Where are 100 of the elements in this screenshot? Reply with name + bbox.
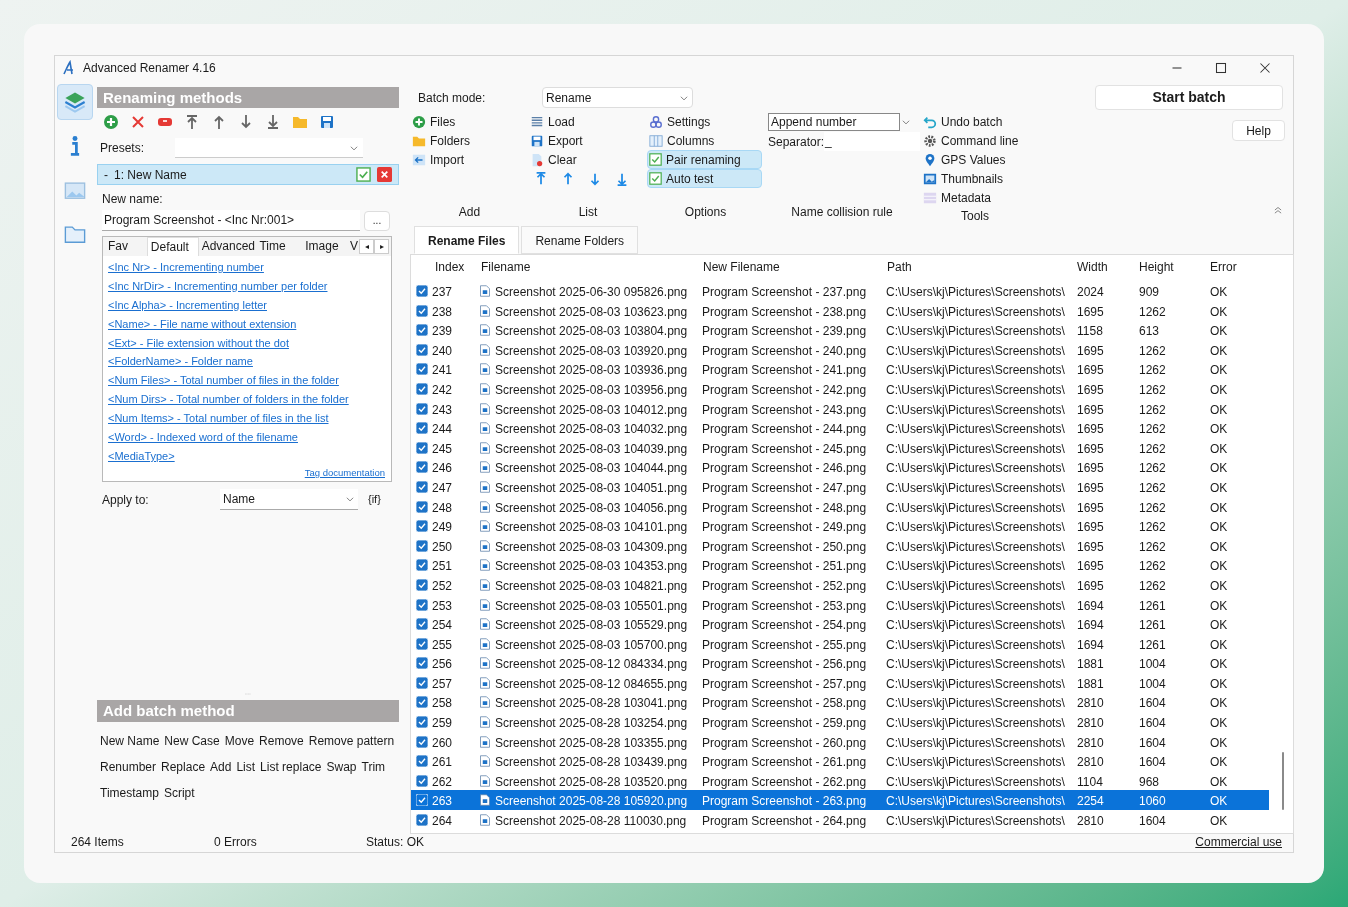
table-row[interactable]: 246 Screenshot 2025-08-03 104044.png Program Screenshot - 246.png C:\Users\kj\Pictures\Screenshots\ 1695 1262 OK xyxy=(411,457,1269,477)
table-row[interactable]: 238 Screenshot 2025-08-03 103623.png Program Screenshot - 238.png C:\Users\kj\Pictures\Screenshots\ 1695 1262 OK xyxy=(411,300,1269,321)
table-row[interactable]: 262 Screenshot 2025-08-28 103520.png Program Screenshot - 262.png C:\Users\kj\Pictures\Screenshots\ 1104 968 OK xyxy=(411,770,1269,791)
checkbox[interactable] xyxy=(416,480,428,493)
batch-method-button[interactable]: New Name xyxy=(100,728,160,754)
ribbon-button[interactable]: Import xyxy=(411,150,529,169)
browse-button[interactable]: ... xyxy=(364,210,390,231)
table-row[interactable]: 259 Screenshot 2025-08-28 103254.png Program Screenshot - 259.png C:\Users\kj\Pictures\Screenshots\ 2810 1604 OK xyxy=(411,712,1269,732)
start-batch-button[interactable]: Start batch xyxy=(1095,85,1283,110)
checkbox[interactable] xyxy=(416,637,428,650)
ribbon-button[interactable]: Export xyxy=(529,131,647,150)
collision-rule-dropdown[interactable]: Append number xyxy=(768,112,900,131)
tag-link[interactable]: <MediaType> xyxy=(108,446,391,466)
help-button[interactable]: Help xyxy=(1232,120,1285,141)
checkbox[interactable] xyxy=(416,696,428,709)
table-row[interactable]: 242 Screenshot 2025-08-03 103956.png Program Screenshot - 242.png C:\Users\kj\Pictures\Screenshots\ 1695 1262 OK xyxy=(411,378,1269,399)
table-row[interactable]: 237 Screenshot 2025-06-30 095826.png Program Screenshot - 237.png C:\Users\kj\Pictures\Screenshots\ 2024 909 OK xyxy=(411,281,1269,301)
move-down-icon[interactable] xyxy=(588,172,602,186)
batch-method-button[interactable]: Add xyxy=(210,754,232,780)
table-row[interactable]: 245 Screenshot 2025-08-03 104039.png Program Screenshot - 245.png C:\Users\kj\Pictures\Screenshots\ 1695 1262 OK xyxy=(411,437,1269,458)
tag-tab[interactable]: Image xyxy=(302,237,347,256)
tag-tab[interactable]: Default xyxy=(146,237,199,256)
ribbon-button[interactable]: Undo batch xyxy=(922,112,1030,131)
batch-method-button[interactable]: Renumber xyxy=(100,754,157,780)
tag-link[interactable]: <Inc Alpha> - Incrementing letter xyxy=(108,295,391,315)
ribbon-button[interactable]: Folders xyxy=(411,131,529,150)
checkbox[interactable] xyxy=(416,441,428,454)
table-row[interactable]: 250 Screenshot 2025-08-03 104309.png Program Screenshot - 250.png C:\Users\kj\Pictures\Screenshots\ 1695 1262 OK xyxy=(411,535,1269,556)
column-header[interactable]: Error xyxy=(1210,258,1237,276)
batch-mode-dropdown[interactable]: Rename xyxy=(542,87,693,108)
checkbox[interactable] xyxy=(416,500,428,513)
tag-link[interactable]: <Inc Nr> - Incrementing number xyxy=(108,258,391,277)
checkbox[interactable] xyxy=(416,578,428,591)
add-icon[interactable] xyxy=(103,114,119,130)
scrollbar-thumb[interactable] xyxy=(1282,752,1284,810)
ribbon-button[interactable]: GPS Values xyxy=(922,150,1030,169)
table-row[interactable]: 240 Screenshot 2025-08-03 103920.png Program Screenshot - 240.png C:\Users\kj\Pictures\Screenshots\ 1695 1262 OK xyxy=(411,339,1269,360)
tag-link[interactable]: <Num Files> - Total number of files in the folder xyxy=(108,371,391,391)
checkbox[interactable] xyxy=(416,618,428,631)
enabled-checkbox[interactable] xyxy=(356,167,371,182)
documentation-link[interactable]: Tag documentation xyxy=(304,465,385,481)
checkbox[interactable] xyxy=(416,755,428,768)
batch-method-button[interactable]: List replace xyxy=(260,754,322,780)
new-name-field[interactable]: Program Screenshot - <Inc Nr:001> xyxy=(102,210,360,231)
table-row[interactable]: 260 Screenshot 2025-08-28 103355.png Program Screenshot - 260.png C:\Users\kj\Pictures\Screenshots\ 2810 1604 OK xyxy=(411,731,1269,752)
table-row[interactable]: 251 Screenshot 2025-08-03 104353.png Program Screenshot - 251.png C:\Users\kj\Pictures\Screenshots\ 1695 1262 OK xyxy=(411,555,1269,575)
tag-link[interactable]: <Inc NrDir> - Incrementing number per folder xyxy=(108,276,391,296)
batch-method-button[interactable]: Replace xyxy=(161,754,206,780)
table-row[interactable]: 249 Screenshot 2025-08-03 104101.png Program Screenshot - 249.png C:\Users\kj\Pictures\Screenshots\ 1695 1262 OK xyxy=(411,516,1269,536)
column-header[interactable]: Height xyxy=(1139,258,1174,276)
tab[interactable]: Rename Files xyxy=(414,226,520,254)
ribbon-button[interactable]: Files xyxy=(411,112,529,131)
table-row[interactable]: 253 Screenshot 2025-08-03 105501.png Program Screenshot - 253.png C:\Users\kj\Pictures\Screenshots\ 1694 1261 OK xyxy=(411,594,1269,615)
move-up-icon[interactable] xyxy=(561,172,575,186)
checkbox[interactable] xyxy=(416,382,428,395)
move-bottom-icon[interactable] xyxy=(615,172,629,186)
sidebar-tab[interactable] xyxy=(57,84,93,120)
ribbon-button[interactable]: Metadata xyxy=(922,188,1030,207)
collapse-icon[interactable] xyxy=(1273,205,1283,215)
batch-method-button[interactable]: Timestamp xyxy=(100,780,159,806)
move-top-icon[interactable] xyxy=(184,114,200,130)
table-row[interactable]: 264 Screenshot 2025-08-28 110030.png Program Screenshot - 264.png C:\Users\kj\Pictures\Screenshots\ 2810 1604 OK xyxy=(411,810,1269,830)
checkbox[interactable] xyxy=(416,461,428,474)
ribbon-button[interactable]: Thumbnails xyxy=(922,169,1030,188)
tag-link[interactable]: <Word> - Indexed word of the filename xyxy=(108,428,391,447)
remove-icon[interactable] xyxy=(377,167,392,182)
ribbon-button[interactable]: Columns xyxy=(647,131,762,150)
ribbon-button[interactable]: Load xyxy=(529,112,647,131)
tag-tab[interactable]: Time xyxy=(256,237,303,256)
table-row[interactable]: 255 Screenshot 2025-08-03 105700.png Program Screenshot - 255.png C:\Users\kj\Pictures\Screenshots\ 1694 1261 OK xyxy=(411,633,1269,654)
table-row[interactable]: 239 Screenshot 2025-08-03 103804.png Program Screenshot - 239.png C:\Users\kj\Pictures\Screenshots\ 1158 613 OK xyxy=(411,320,1269,340)
tag-link[interactable]: <Name> - File name without extension xyxy=(108,314,391,334)
checkbox[interactable] xyxy=(416,794,428,807)
batch-method-button[interactable]: Remove pattern xyxy=(308,728,395,754)
column-header[interactable]: Width xyxy=(1077,258,1108,276)
batch-method-button[interactable]: Remove xyxy=(259,728,304,754)
tag-link[interactable]: <FolderName> - Folder name xyxy=(108,352,391,372)
table-row[interactable]: 243 Screenshot 2025-08-03 104012.png Program Screenshot - 243.png C:\Users\kj\Pictures\Screenshots\ 1695 1262 OK xyxy=(411,398,1269,419)
tag-tab[interactable]: Fav xyxy=(105,237,147,256)
table-row[interactable]: 248 Screenshot 2025-08-03 104056.png Program Screenshot - 248.png C:\Users\kj\Pictures\Screenshots\ 1695 1262 OK xyxy=(411,496,1269,517)
table-row[interactable]: 261 Screenshot 2025-08-28 103439.png Program Screenshot - 261.png C:\Users\kj\Pictures\Screenshots\ 2810 1604 OK xyxy=(411,751,1269,771)
tab-scroll-button[interactable]: ◂ xyxy=(359,239,374,254)
checkbox[interactable] xyxy=(416,520,428,533)
license-link[interactable]: Commercial use xyxy=(1195,833,1282,851)
batch-method-button[interactable]: List xyxy=(236,754,256,780)
move-down-icon[interactable] xyxy=(238,114,254,130)
table-row[interactable]: 247 Screenshot 2025-08-03 104051.png Program Screenshot - 247.png C:\Users\kj\Pictures\Screenshots\ 1695 1262 OK xyxy=(411,476,1269,497)
delete-icon[interactable] xyxy=(130,114,146,130)
move-top-icon[interactable] xyxy=(534,172,548,186)
batch-method-button[interactable]: New Case xyxy=(164,728,220,754)
ribbon-button[interactable]: Pair renaming xyxy=(647,150,762,169)
checkbox[interactable] xyxy=(416,304,428,317)
if-button[interactable]: {if} xyxy=(368,491,381,508)
table-row[interactable]: 257 Screenshot 2025-08-12 084655.png Program Screenshot - 257.png C:\Users\kj\Pictures\Screenshots\ 1881 1004 OK xyxy=(411,672,1269,693)
tab-scroll-button[interactable]: ▸ xyxy=(374,239,389,254)
method-item[interactable]: - 1: New Name xyxy=(97,164,399,185)
separator-field[interactable]: _ xyxy=(824,132,920,151)
table-row[interactable]: 254 Screenshot 2025-08-03 105529.png Program Screenshot - 254.png C:\Users\kj\Pictures\Screenshots\ 1694 1261 OK xyxy=(411,614,1269,634)
save-icon[interactable] xyxy=(319,114,335,130)
tag-link[interactable]: <Num Items> - Total number of files in the list xyxy=(108,409,391,428)
